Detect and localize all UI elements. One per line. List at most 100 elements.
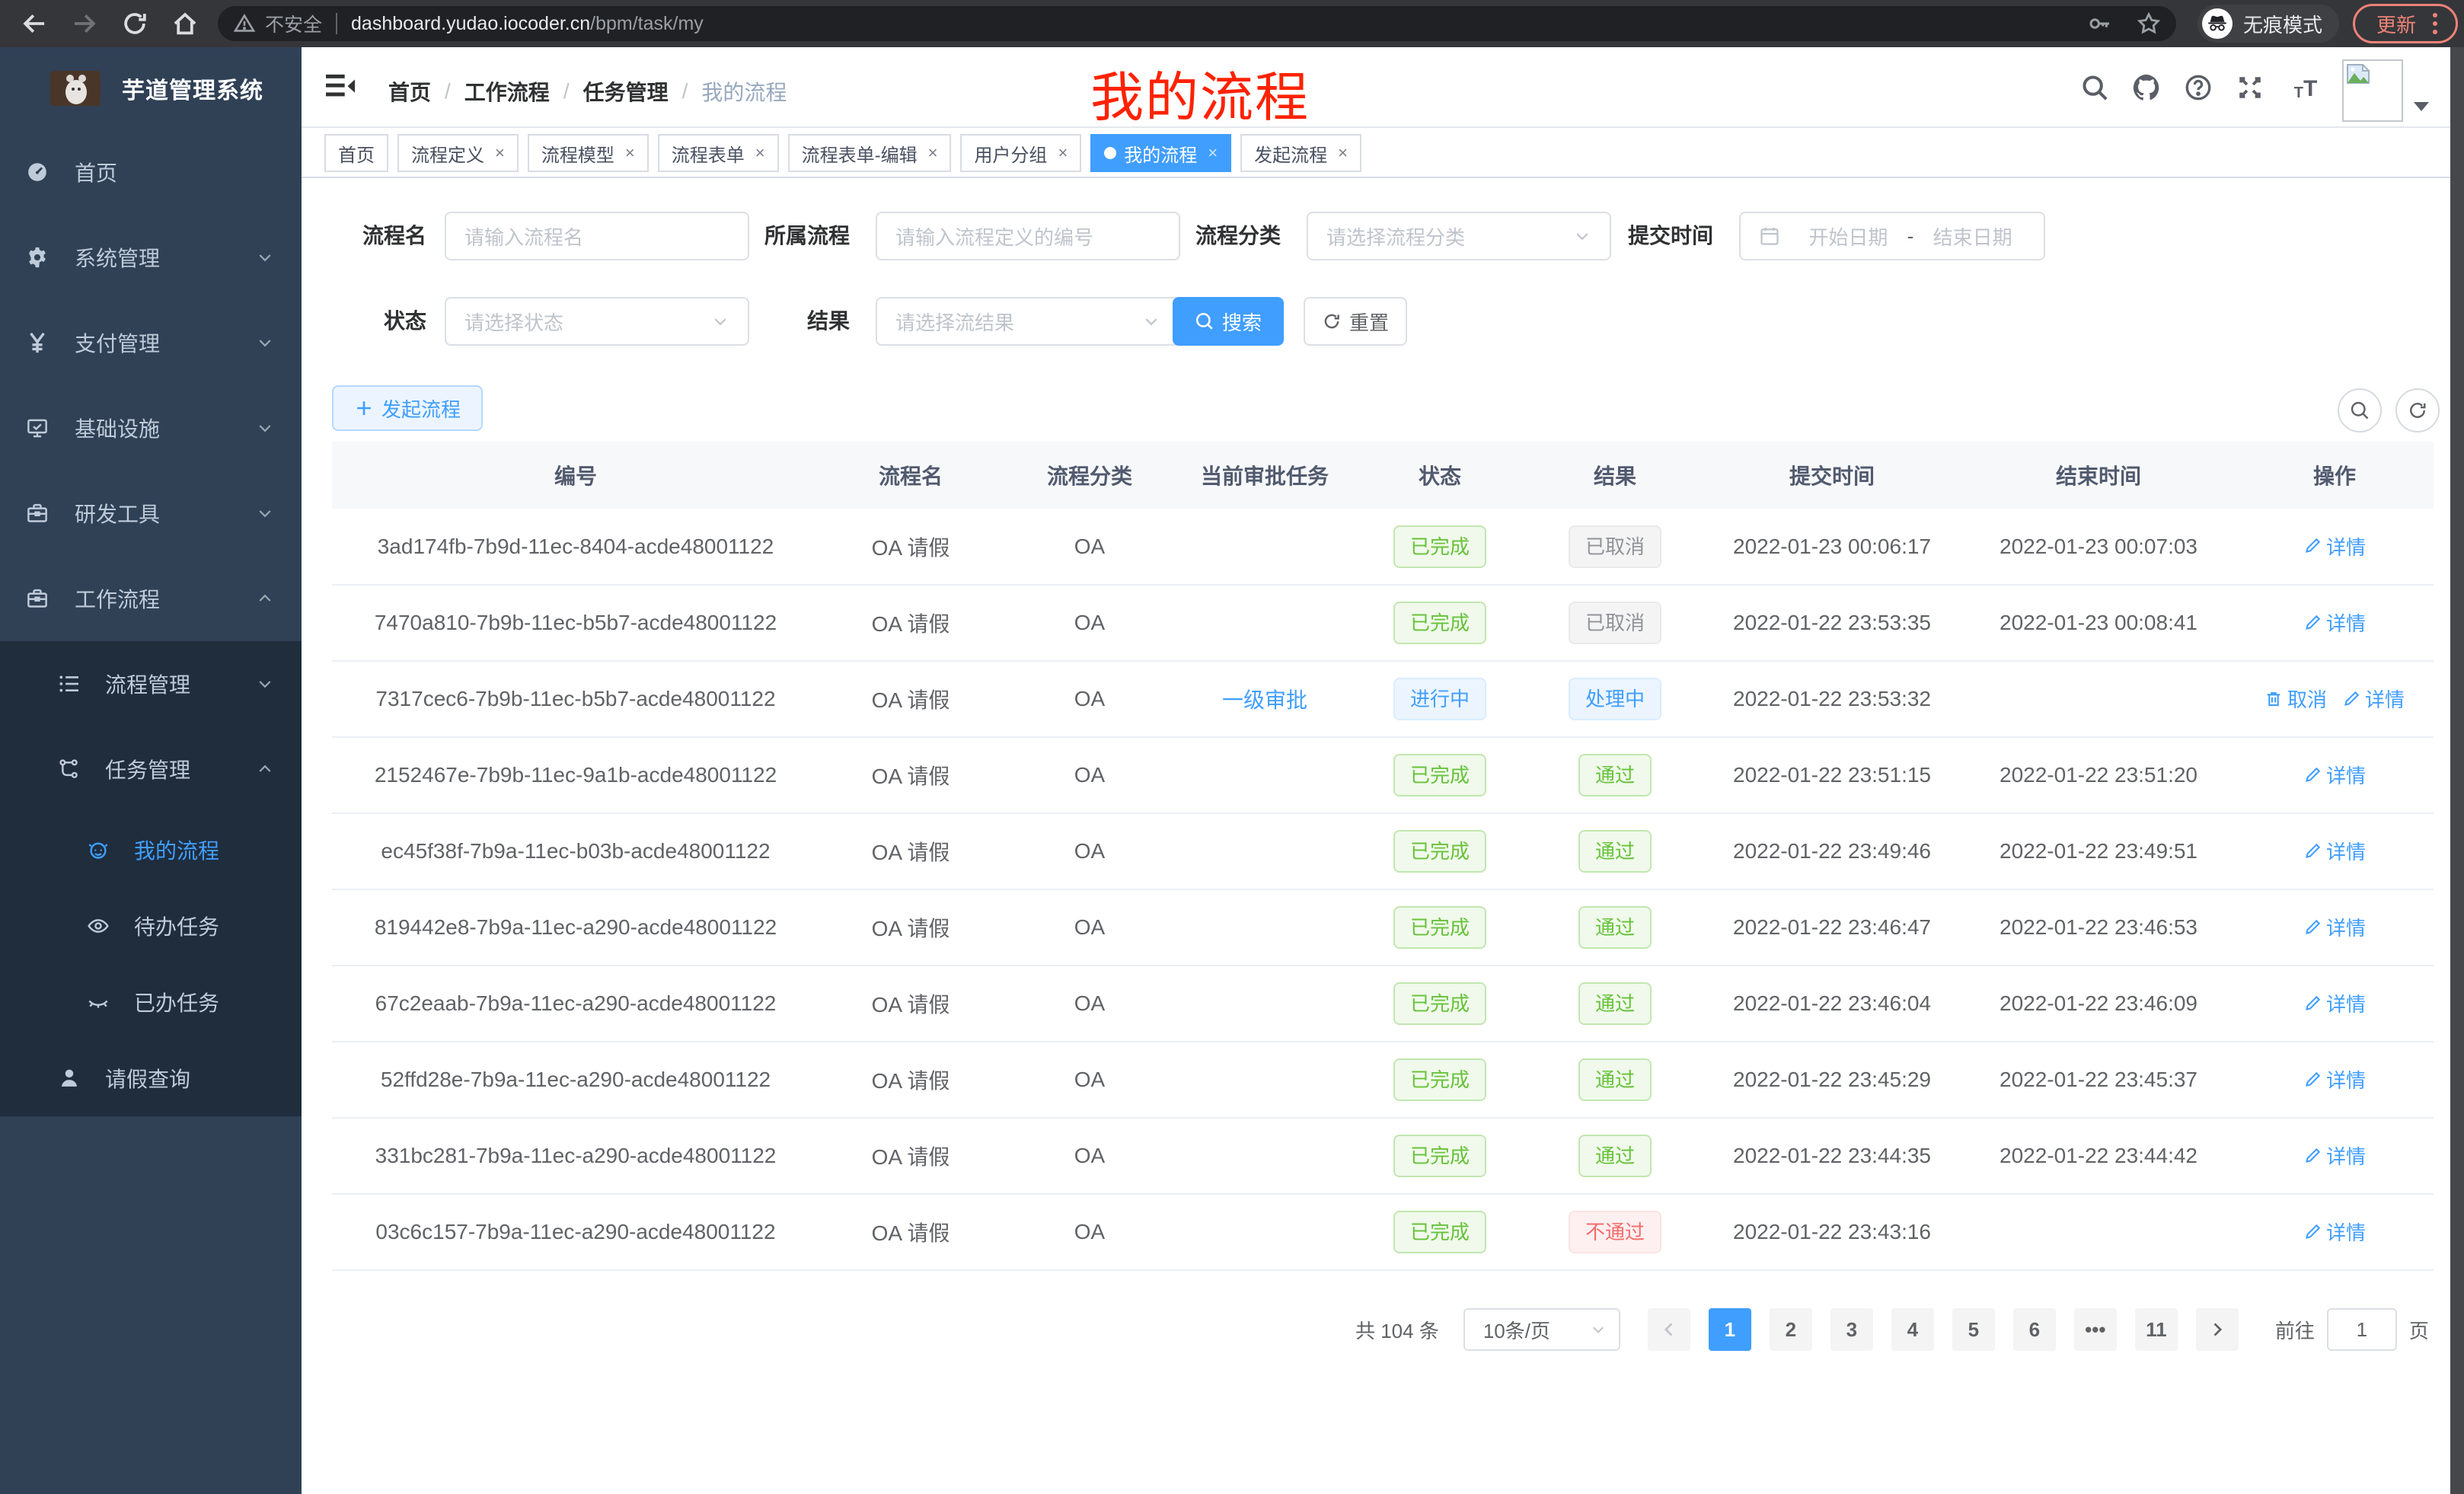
sidebar-item-system[interactable]: 系统管理 [0,215,302,300]
font-size-icon[interactable]: TT [2287,73,2324,102]
browser-scrollbar[interactable] [2450,47,2464,1494]
detail-button[interactable]: 详情 [2303,1141,2366,1170]
sidebar-item-home[interactable]: 首页 [0,129,302,215]
close-tab-icon[interactable]: × [928,145,938,161]
app-logo [50,71,101,106]
browser-home-icon[interactable] [171,9,199,38]
page-ellipsis[interactable]: ••• [2074,1308,2117,1351]
tab-start-process[interactable]: 发起流程× [1240,134,1361,172]
hamburger-icon[interactable] [326,73,355,101]
goto-page-input[interactable]: 1 [2327,1308,2397,1351]
table-row: 3ad174fb-7b9d-11ec-8404-acde48001122 OA … [332,509,2434,585]
current-task-link[interactable]: 一级审批 [1222,688,1307,712]
page-button-2[interactable]: 2 [1770,1308,1812,1351]
app-title: 芋道管理系统 [122,72,263,105]
status-badge: 已完成 [1393,754,1486,796]
status-badge: 已完成 [1393,1135,1486,1177]
page-size-select[interactable]: 10条/页 [1463,1308,1620,1351]
close-tab-icon[interactable]: × [1058,145,1068,161]
tab-process-model[interactable]: 流程模型× [528,134,649,172]
table-row: 819442e8-7b9a-11ec-a290-acde48001122 OA … [332,889,2434,966]
browser-back-icon[interactable] [20,9,49,38]
filter-result-select[interactable]: 请选择流结果 [876,297,1180,346]
breadcrumb-item[interactable]: 任务管理 [583,76,669,107]
detail-button[interactable]: 详情 [2303,761,2366,789]
next-page-button[interactable] [2196,1308,2239,1351]
tab-process-form-edit[interactable]: 流程表单-编辑× [788,134,952,172]
page-button-5[interactable]: 5 [1952,1308,1995,1351]
detail-button[interactable]: 详情 [2303,608,2366,637]
detail-button[interactable]: 详情 [2303,989,2366,1017]
browser-forward-icon[interactable] [70,9,99,38]
page-button-11[interactable]: 11 [2135,1308,2178,1351]
table-refresh-button[interactable] [2395,388,2440,433]
chevron-icon [256,760,274,778]
tab-process-form[interactable]: 流程表单× [658,134,779,172]
help-icon[interactable] [2184,73,2213,102]
breadcrumb-item[interactable]: 首页 [388,76,431,107]
detail-button[interactable]: 详情 [2303,532,2366,560]
browser-update-button[interactable]: 更新 [2353,4,2458,43]
sidebar-item-infrastructure[interactable]: 基础设施 [0,385,302,471]
sidebar-item-leave-query[interactable]: 请假查询 [0,1040,302,1116]
page-button-1[interactable]: 1 [1709,1308,1751,1351]
sidebar-menu: 首页 系统管理 支付管理 基础设施 研发工具 工作流程 流程管理 任务管理 我的… [0,129,302,1116]
tab-home[interactable]: 首页 [324,134,388,172]
sidebar-item-done-tasks[interactable]: 已办任务 [0,964,302,1040]
date-start-input[interactable]: 开始日期 [1795,222,1901,251]
result-badge: 通过 [1578,1058,1652,1101]
avatar[interactable] [2342,59,2403,122]
security-label[interactable]: 不安全 [265,10,322,37]
close-tab-icon[interactable]: × [1338,145,1348,161]
tab-process-definition[interactable]: 流程定义× [397,134,519,172]
status-badge: 进行中 [1393,678,1486,720]
create-process-button[interactable]: 发起流程 [332,385,483,431]
tab-user-group[interactable]: 用户分组× [960,134,1081,172]
close-tab-icon[interactable]: × [1208,145,1218,161]
breadcrumb-item[interactable]: 工作流程 [464,76,550,107]
github-icon[interactable] [2132,73,2161,102]
filter-time-range[interactable]: 开始日期 - 结束日期 [1739,212,2045,260]
result-badge: 通过 [1578,1135,1652,1177]
avatar-dropdown-caret-icon[interactable] [2414,102,2429,111]
main-header: 首页/ 工作流程/ 任务管理/ 我的流程 TT [302,47,2464,128]
detail-button[interactable]: 详情 [2303,1218,2366,1246]
close-tab-icon[interactable]: × [495,145,505,161]
fullscreen-icon[interactable] [2236,73,2265,102]
cancel-button[interactable]: 取消 [2265,685,2327,713]
sidebar-item-task-mgmt[interactable]: 任务管理 [0,726,302,812]
sidebar-item-process-mgmt[interactable]: 流程管理 [0,641,302,726]
page-button-6[interactable]: 6 [2013,1308,2056,1351]
prev-page-button[interactable] [1648,1308,1690,1351]
address-bar[interactable]: 不安全 dashboard.yudao.iocoder.cn/bpm/task/… [218,6,2176,41]
toolbox-icon [26,502,49,525]
reset-button[interactable]: 重置 [1304,297,1407,346]
close-tab-icon[interactable]: × [625,145,635,161]
browser-menu-icon[interactable] [2433,13,2437,34]
page-button-4[interactable]: 4 [1891,1308,1934,1351]
close-tab-icon[interactable]: × [755,145,765,161]
tab-my-process[interactable]: 我的流程× [1090,134,1231,172]
app-logo-row[interactable]: 芋道管理系统 [0,47,302,129]
browser-reload-icon[interactable] [120,9,149,38]
password-key-icon[interactable] [2088,11,2112,36]
detail-button[interactable]: 详情 [2342,685,2405,713]
date-end-input[interactable]: 结束日期 [1920,222,2025,251]
sidebar-item-my-process[interactable]: 我的流程 [0,812,302,888]
bookmark-star-icon[interactable] [2137,11,2161,36]
detail-button[interactable]: 详情 [2303,837,2366,865]
sidebar-item-devtools[interactable]: 研发工具 [0,471,302,556]
table-row: 7317cec6-7b9b-11ec-b5b7-acde48001122 OA … [332,661,2434,737]
sidebar-item-todo-tasks[interactable]: 待办任务 [0,888,302,964]
result-badge: 通过 [1578,906,1652,949]
chevron-icon [256,589,274,608]
table-search-toggle-button[interactable] [2338,388,2382,433]
detail-button[interactable]: 详情 [2303,1065,2366,1093]
detail-button[interactable]: 详情 [2303,913,2366,941]
table-row: 331bc281-7b9a-11ec-a290-acde48001122 OA … [332,1118,2434,1194]
sidebar-item-payment[interactable]: 支付管理 [0,300,302,385]
sidebar-item-workflow[interactable]: 工作流程 [0,556,302,641]
page-button-3[interactable]: 3 [1830,1308,1873,1351]
search-button[interactable]: 搜索 [1173,297,1284,346]
header-search-icon[interactable] [2080,73,2109,102]
